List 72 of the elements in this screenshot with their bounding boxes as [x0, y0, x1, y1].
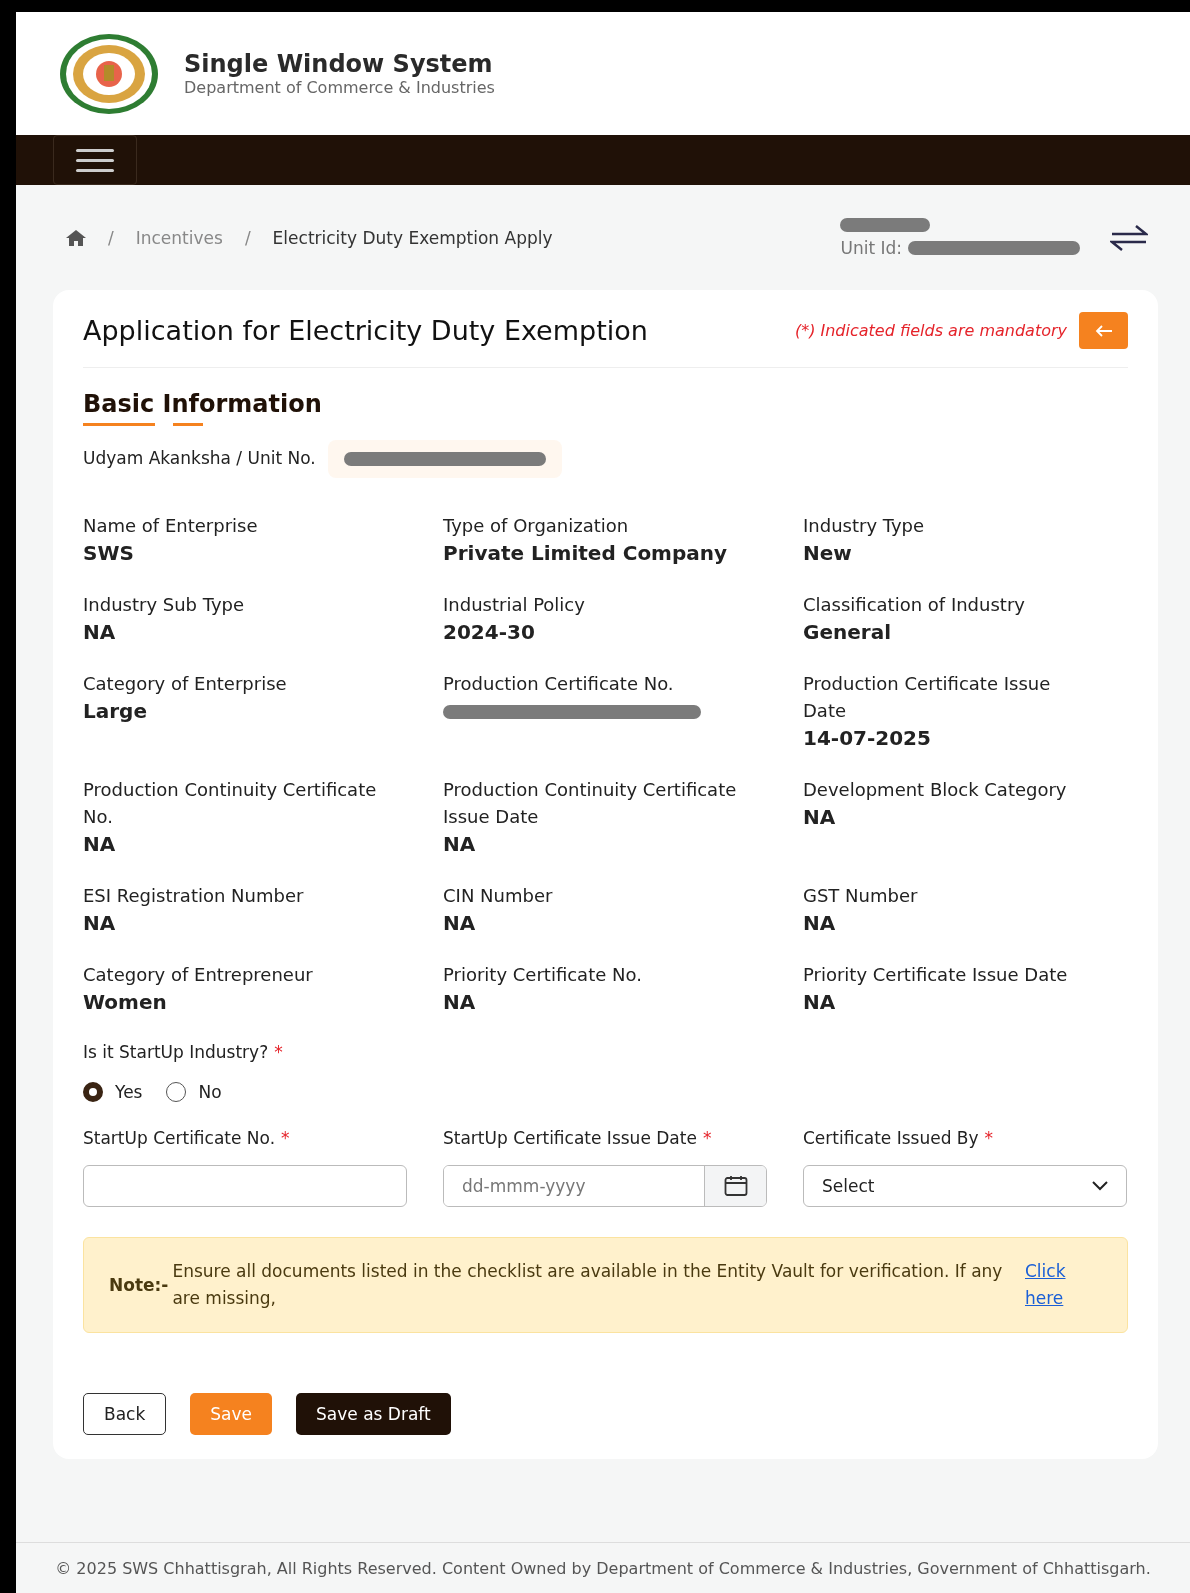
field-value: Private Limited Company — [443, 541, 729, 565]
field-label: Priority Certificate No. — [443, 963, 643, 987]
input-field[interactable] — [83, 1165, 407, 1207]
radio-option[interactable]: Yes — [83, 1081, 143, 1102]
chevron-down-icon — [1092, 1181, 1108, 1191]
breadcrumb-link[interactable]: Electricity Duty Exemption Apply — [272, 227, 553, 248]
mandatory-note: (*) Indicated fields are mandatory — [794, 321, 1067, 340]
field-label: Priority Certificate Issue Date — [803, 963, 1068, 987]
required-mark: * — [984, 1126, 994, 1150]
home-icon[interactable] — [66, 229, 86, 246]
field-label: Industry Type — [803, 514, 926, 538]
site-subtitle: Department of Commerce & Industries — [184, 78, 495, 97]
field-label: Industrial Policy — [443, 593, 586, 617]
field-label: GST Number — [803, 884, 919, 908]
section-title: Basic Information — [83, 390, 322, 426]
select-dropdown[interactable]: Select — [803, 1165, 1127, 1207]
unit-id-label: Unit Id: — [840, 237, 902, 258]
field-label: Category of Entrepreneur — [83, 963, 314, 987]
field-label: ESI Registration Number — [83, 884, 305, 908]
field-value: NA — [443, 832, 477, 856]
switch-arrows-icon[interactable] — [1110, 222, 1148, 253]
required-mark: * — [281, 1126, 290, 1150]
field-label: Industry Sub Type — [83, 593, 246, 617]
field-value: NA — [803, 990, 837, 1014]
required-mark: * — [702, 1126, 712, 1150]
field-label: Udyam Akanksha / Unit No. — [83, 447, 316, 471]
field-label: Name of Enterprise — [83, 514, 259, 538]
note-label: Note:- — [109, 1275, 169, 1296]
breadcrumb-separator: / — [108, 227, 114, 248]
field-value: NA — [803, 805, 837, 829]
field-value: NA — [83, 911, 117, 935]
action-button[interactable]: Save as Draft — [296, 1393, 451, 1436]
field-value: NA — [83, 832, 117, 856]
date-field[interactable]: dd-mmm-yyyy — [443, 1165, 767, 1207]
field-value: NA — [443, 911, 477, 935]
footer-text: © 2025 SWS Chhattisgrah, All Rights Reserved. Content Owned by Department of Commerce & Industries, Government of Chhattisgarh. — [16, 1542, 1190, 1593]
field-value: 2024-30 — [443, 620, 536, 644]
calendar-icon — [723, 1175, 748, 1197]
calendar-button[interactable] — [704, 1166, 766, 1206]
menu-button[interactable] — [53, 135, 137, 185]
field-value: New — [803, 541, 853, 565]
field-label: Production Certificate No. — [443, 672, 675, 696]
field-value: SWS — [83, 541, 135, 565]
field-label: Certificate Issued By — [803, 1126, 979, 1150]
back-arrow-button[interactable] — [1079, 312, 1128, 349]
field-value: General — [803, 620, 892, 644]
field-value: NA — [803, 911, 837, 935]
arrow-left-icon — [1094, 324, 1113, 337]
page-title: Application for Electricity Duty Exemption — [83, 315, 649, 346]
field-label: Production Certificate Issue Date — [803, 672, 1052, 723]
field-value: NA — [443, 990, 477, 1014]
field-label: Production Continuity Certificate Issue Date — [443, 778, 738, 829]
field-value: 14-07-2025 — [803, 726, 932, 750]
field-label: StartUp Certificate Issue Date — [443, 1126, 697, 1150]
field-label: Category of Enterprise — [83, 672, 288, 696]
breadcrumb-separator: / — [244, 227, 251, 248]
question-label: Is it StartUp Industry? — [83, 1041, 269, 1064]
field-value: Women — [83, 990, 168, 1014]
site-title: Single Window System — [184, 50, 494, 78]
field-label: Classification of Industry — [803, 593, 1026, 617]
field-value: NA — [83, 620, 117, 644]
field-label: StartUp Certificate No. — [83, 1126, 276, 1150]
field-label: CIN Number — [443, 884, 554, 908]
field-label: Development Block Category — [803, 778, 1068, 802]
field-value: Large — [83, 699, 148, 723]
field-label: Production Continuity Certificate No. — [83, 778, 378, 829]
required-mark: * — [274, 1041, 283, 1064]
note-text: Ensure all documents listed in the checklist are available in the Entity Vault for verification. If any are missing, — [172, 1260, 1004, 1311]
field-label: Type of Organization — [443, 514, 630, 538]
click-here-link[interactable]: Click here — [1025, 1258, 1079, 1313]
radio-option[interactable]: No — [166, 1081, 222, 1102]
action-button[interactable]: Back — [83, 1393, 167, 1436]
